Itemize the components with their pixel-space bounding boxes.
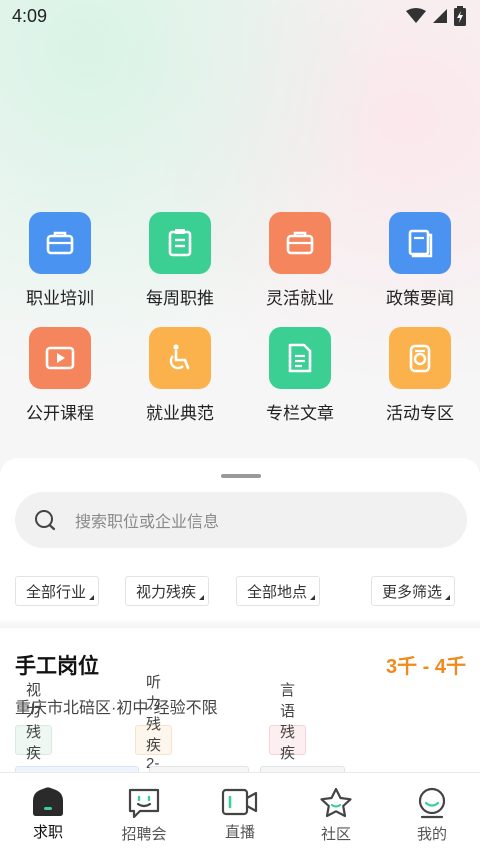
nav-item-job-search[interactable]: 求职 [0, 773, 96, 853]
filter-label: 更多筛选 [382, 583, 443, 601]
grid-label: 活动专区 [386, 404, 454, 423]
search-input[interactable]: 搜索职位或企业信息 [75, 508, 219, 532]
nav-item-community[interactable]: 社区 [288, 773, 384, 853]
nav-label: 求职 [32, 824, 63, 841]
status-bar: 4:09 [0, 0, 480, 32]
grid-label: 职业培训 [26, 289, 94, 308]
chat-smile-icon [128, 788, 160, 819]
grid-label: 公开课程 [26, 404, 94, 423]
filter-bar: 全部行业 视力残疾 全部地点 更多筛选 [15, 576, 467, 606]
search-bar[interactable]: 搜索职位或企业信息 [15, 492, 467, 548]
filter-location[interactable]: 全部地点 [236, 576, 321, 606]
grid-item-policy-news[interactable]: 政策要闻 [360, 212, 480, 309]
briefcase-icon [29, 212, 91, 274]
grid-item-flexible-employment[interactable]: 灵活就业 [240, 212, 360, 309]
video-play-icon [29, 327, 91, 389]
nav-item-profile[interactable]: 我的 [384, 773, 480, 853]
grid-item-activity-zone[interactable]: 活动专区 [360, 327, 480, 424]
signal-icon [433, 9, 447, 23]
grid-label: 灵活就业 [266, 289, 334, 308]
nav-label: 直播 [224, 824, 255, 841]
job-card[interactable]: 手工岗位 3千 - 4千 重庆市北碚区·初中·经验不限 视力残疾4级 听力残疾2… [0, 628, 480, 809]
nav-item-job-fair[interactable]: 招聘会 [96, 773, 192, 853]
clipboard-icon [149, 212, 211, 274]
caret-icon [199, 595, 205, 600]
grid-item-open-courses[interactable]: 公开课程 [0, 327, 120, 424]
grid-label: 每周职推 [146, 289, 214, 308]
camera-icon [389, 327, 451, 389]
book-icon [389, 212, 451, 274]
job-title: 手工岗位 [15, 655, 99, 678]
job-tag: 视力残疾4级 [15, 682, 53, 800]
nav-label: 我的 [416, 826, 447, 843]
house-icon [33, 787, 63, 816]
filter-label: 视力残疾 [136, 583, 197, 601]
battery-charging-icon [454, 6, 466, 26]
wifi-icon [406, 8, 426, 23]
status-icons [406, 6, 466, 26]
caret-icon [445, 595, 451, 600]
feature-grid: 职业培训 每周职推 灵活就业 政策要闻 公开课程 就业典范 专栏文章 活动专区 [0, 212, 480, 424]
nav-label: 招聘会 [121, 826, 167, 843]
filter-industry[interactable]: 全部行业 [15, 576, 100, 606]
search-icon [35, 510, 56, 531]
star-icon [320, 787, 352, 818]
filter-disability[interactable]: 视力残疾 [125, 576, 210, 606]
caret-icon [310, 595, 316, 600]
filter-label: 全部地点 [247, 583, 308, 601]
wheelchair-icon [149, 327, 211, 389]
job-tag: 言语残疾4级 [269, 682, 307, 800]
document-icon [269, 327, 331, 389]
caret-icon [89, 595, 95, 600]
filter-more[interactable]: 更多筛选 [371, 576, 456, 606]
divider [0, 618, 480, 628]
nav-item-live[interactable]: 直播 [192, 773, 288, 853]
video-camera-icon [221, 788, 258, 816]
filter-label: 全部行业 [26, 583, 87, 601]
status-time: 4:09 [12, 5, 48, 26]
job-salary: 3千 - 4千 [385, 656, 466, 678]
profile-icon [418, 787, 446, 819]
grid-item-vocational-training[interactable]: 职业培训 [0, 212, 120, 309]
job-tag: 听力残疾2-4级 [135, 674, 173, 809]
nav-label: 社区 [320, 826, 351, 843]
drag-handle[interactable] [221, 474, 261, 478]
grid-item-employment-models[interactable]: 就业典范 [120, 327, 240, 424]
job-meta: 重庆市北碚区·初中·经验不限 [15, 700, 218, 717]
grid-label: 专栏文章 [266, 404, 334, 423]
bottom-nav: 求职 招聘会 直播 社区 我的 [0, 772, 480, 853]
grid-item-weekly-jobs[interactable]: 每周职推 [120, 212, 240, 309]
grid-label: 政策要闻 [386, 289, 454, 308]
grid-label: 就业典范 [146, 404, 214, 423]
briefcase-icon [269, 212, 331, 274]
grid-item-column-articles[interactable]: 专栏文章 [240, 327, 360, 424]
